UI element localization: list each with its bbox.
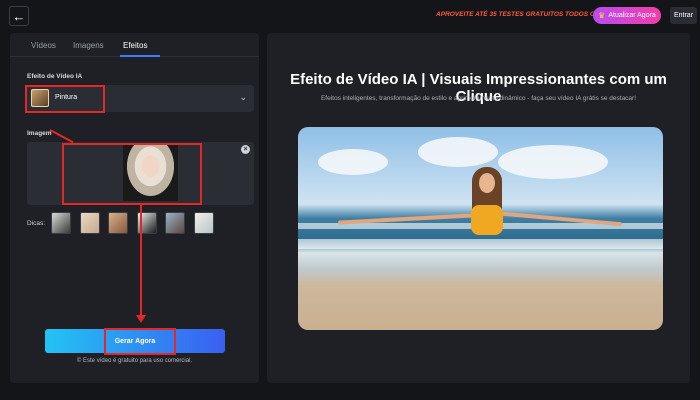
top-bar: ← APROVEITE ATÉ 35 TESTES GRATUITOS TODO… bbox=[0, 0, 700, 32]
tab-videos[interactable]: Vídeos bbox=[31, 41, 56, 50]
arrow-left-icon: ← bbox=[12, 8, 26, 24]
annotation-box-effect bbox=[25, 85, 105, 113]
annotation-arrow-1 bbox=[49, 129, 74, 144]
promo-banner: APROVEITE ATÉ 35 TESTES GRATUITOS TODOS … bbox=[436, 11, 619, 18]
crown-icon: ♛ bbox=[598, 11, 606, 20]
upgrade-label: Atualizar Agora bbox=[608, 12, 656, 19]
mode-tabs: Vídeos Imagens Efeitos bbox=[10, 33, 259, 57]
tab-images[interactable]: Imagens bbox=[73, 41, 104, 50]
cloud-shape bbox=[318, 149, 388, 175]
generator-panel: Vídeos Imagens Efeitos Efeito de Vídeo I… bbox=[10, 33, 259, 383]
annotation-arrow-2 bbox=[140, 205, 142, 317]
login-button[interactable]: Entrar bbox=[670, 7, 697, 24]
image-section-label: Imagem bbox=[27, 130, 52, 137]
tip-thumbnail-1[interactable] bbox=[51, 212, 71, 234]
commercial-use-note: © Este vídeo é gratuito para uso comerci… bbox=[10, 358, 259, 364]
active-tab-indicator bbox=[120, 55, 160, 57]
close-icon[interactable]: × bbox=[241, 145, 250, 154]
tab-effects[interactable]: Efeitos bbox=[123, 41, 147, 50]
chevron-down-icon: ⌄ bbox=[239, 92, 247, 102]
preview-image bbox=[298, 127, 663, 330]
effect-section-label: Efeito de Vídeo IA bbox=[27, 73, 83, 80]
arrow-head-icon bbox=[136, 315, 146, 323]
annotation-box-image bbox=[62, 143, 202, 205]
page-subtitle: Efeitos inteligentes, transformação de e… bbox=[320, 95, 637, 102]
commercial-use-text: Este vídeo é gratuito para uso comercial… bbox=[83, 358, 193, 364]
tip-thumbnail-6[interactable] bbox=[194, 212, 214, 234]
back-button[interactable]: ← bbox=[9, 6, 29, 26]
shirt-shape bbox=[471, 205, 503, 235]
tip-thumbnail-2[interactable] bbox=[80, 212, 100, 234]
tip-thumbnail-3[interactable] bbox=[108, 212, 128, 234]
upgrade-button[interactable]: ♛ Atualizar Agora bbox=[593, 7, 661, 24]
annotation-box-generate bbox=[104, 328, 176, 355]
person-figure bbox=[458, 167, 518, 257]
tips-label: Dicas: bbox=[27, 220, 46, 227]
tip-thumbnail-5[interactable] bbox=[165, 212, 185, 234]
cloud-shape bbox=[418, 137, 498, 167]
face-shape bbox=[479, 173, 495, 193]
showcase-panel: Efeito de Vídeo IA | Visuais Impressiona… bbox=[267, 33, 690, 383]
